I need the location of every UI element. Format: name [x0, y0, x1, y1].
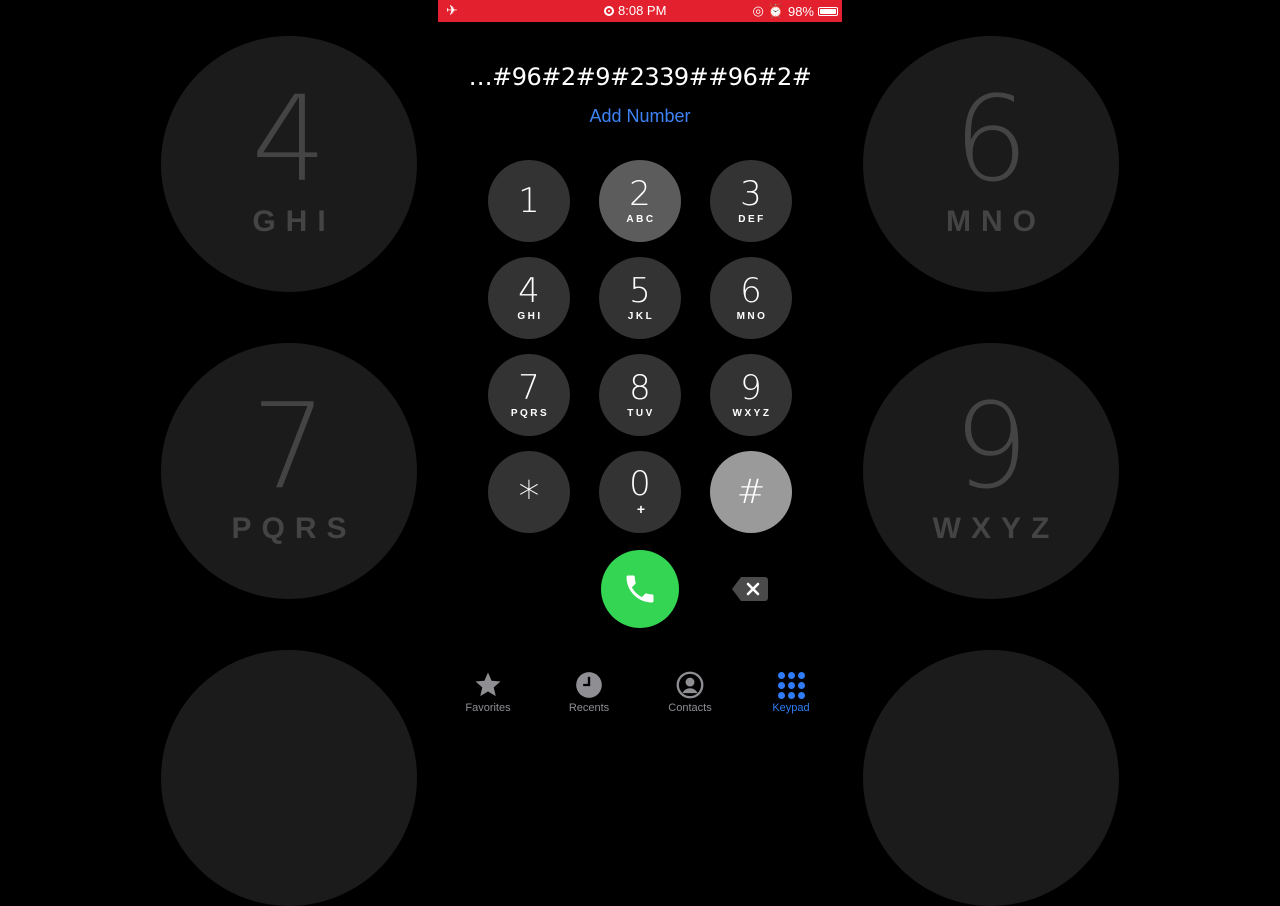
key-6[interactable]: 6 MNO: [710, 257, 792, 339]
key-2[interactable]: 2 ABC: [599, 160, 681, 242]
key-3[interactable]: 3 DEF: [710, 160, 792, 242]
status-right: ◎ ⏰ 98%: [752, 3, 838, 19]
tab-bar: Favorites Recents Contacts Keypad: [438, 668, 842, 720]
backspace-icon: [732, 577, 768, 601]
key-7[interactable]: 7 PQRS: [488, 354, 570, 436]
star-icon: [443, 668, 533, 702]
key-4[interactable]: 4 GHI: [488, 257, 570, 339]
key-1[interactable]: 1: [488, 160, 570, 242]
tab-label: Keypad: [772, 702, 810, 714]
tab-keypad[interactable]: Keypad: [746, 668, 836, 714]
lock-rotation-icon: ◎: [752, 3, 764, 18]
clock-icon: [544, 668, 634, 702]
background-key-9: 9 WXYZ: [863, 343, 1119, 599]
tab-recents[interactable]: Recents: [544, 668, 634, 714]
key-5[interactable]: 5 JKL: [599, 257, 681, 339]
keypad-icon: [746, 668, 836, 702]
tab-label: Recents: [568, 702, 610, 714]
background-key-7: 7 PQRS: [161, 343, 417, 599]
person-icon: [645, 668, 735, 702]
call-button[interactable]: [601, 550, 679, 628]
key-9[interactable]: 9 WXYZ: [710, 354, 792, 436]
phone-icon: [626, 575, 654, 603]
airplane-icon: ✈: [446, 2, 458, 18]
status-time: 8:08 PM: [604, 3, 666, 18]
phone-screen: ✈ 8:08 PM ◎ ⏰ 98% …#96#2#9#2339##96#2# A…: [438, 0, 842, 720]
alarm-icon: ⏰: [767, 3, 784, 18]
delete-button[interactable]: [731, 576, 769, 602]
key-hash[interactable]: #: [710, 451, 792, 533]
background-key-4: 4 GHI: [161, 36, 417, 292]
tab-favorites[interactable]: Favorites: [443, 668, 533, 714]
battery-percent: 98%: [787, 3, 814, 19]
status-bar: ✈ 8:08 PM ◎ ⏰ 98%: [438, 0, 842, 22]
tab-label: Contacts: [668, 702, 712, 714]
background-key-6: 6 MNO: [863, 36, 1119, 292]
add-number-link[interactable]: Add Number: [438, 106, 842, 127]
tab-label: Favorites: [465, 702, 511, 714]
battery-icon: [818, 6, 838, 16]
tab-contacts[interactable]: Contacts: [645, 668, 735, 714]
dialed-number: …#96#2#9#2339##96#2#: [468, 63, 812, 91]
background-key-partial-left: [161, 650, 417, 906]
key-8[interactable]: 8 TUV: [599, 354, 681, 436]
recording-icon: [604, 5, 614, 16]
key-star[interactable]: *: [488, 451, 570, 533]
key-0[interactable]: 0 +: [599, 451, 681, 533]
background-key-partial-right: [863, 650, 1119, 906]
